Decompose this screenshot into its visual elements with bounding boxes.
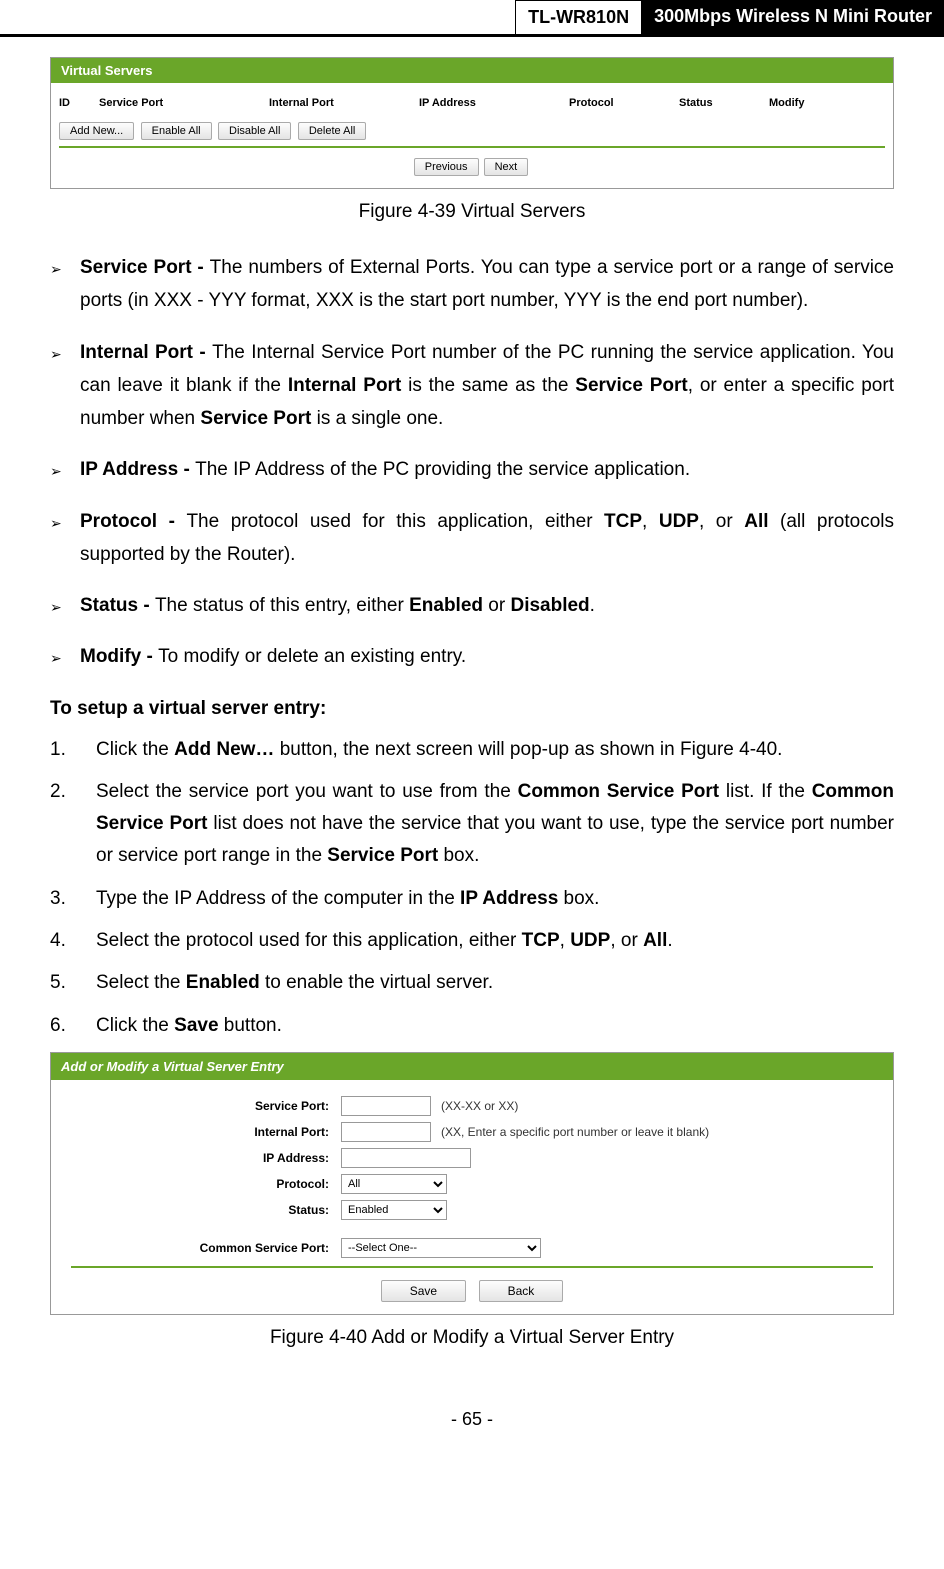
internal-port-input[interactable] xyxy=(341,1122,431,1142)
status-select[interactable]: Enabled xyxy=(341,1200,447,1220)
setup-heading: To setup a virtual server entry: xyxy=(50,698,894,720)
save-button[interactable]: Save xyxy=(381,1280,466,1302)
ip-address-label: IP Address: xyxy=(71,1151,341,1165)
enable-all-button[interactable]: Enable All xyxy=(141,122,212,140)
list-item: 6.Click the Save button. xyxy=(50,1010,894,1042)
list-item: 3.Type the IP Address of the computer in… xyxy=(50,883,894,915)
page-header: TL-WR810N 300Mbps Wireless N Mini Router xyxy=(0,0,944,37)
page-number: - 65 - xyxy=(0,1409,944,1450)
table-header-row: ID Service Port Internal Port IP Address… xyxy=(59,91,885,115)
common-service-port-label: Common Service Port: xyxy=(71,1241,341,1255)
list-item: 5.Select the Enabled to enable the virtu… xyxy=(50,967,894,999)
col-service-port: Service Port xyxy=(99,97,269,109)
delete-all-button[interactable]: Delete All xyxy=(298,122,366,140)
chevron-right-icon: ➢ xyxy=(50,453,80,486)
service-port-hint: (XX-XX or XX) xyxy=(441,1099,518,1113)
internal-port-label: Internal Port: xyxy=(71,1125,341,1139)
common-service-port-select[interactable]: --Select One-- xyxy=(341,1238,541,1258)
figure-caption-1: Figure 4-39 Virtual Servers xyxy=(50,201,894,223)
internal-port-hint: (XX, Enter a specific port number or lea… xyxy=(441,1125,709,1139)
panel-title: Add or Modify a Virtual Server Entry xyxy=(51,1053,893,1080)
divider xyxy=(71,1266,873,1268)
list-item: 2.Select the service port you want to us… xyxy=(50,776,894,873)
chevron-right-icon: ➢ xyxy=(50,640,80,673)
list-item: ➢ Protocol - The protocol used for this … xyxy=(50,505,894,572)
model-label: TL-WR810N xyxy=(515,0,642,34)
status-label: Status: xyxy=(71,1203,341,1217)
list-item: 1.Click the Add New… button, the next sc… xyxy=(50,734,894,766)
list-item: ➢ Status - The status of this entry, eit… xyxy=(50,589,894,622)
protocol-label: Protocol: xyxy=(71,1177,341,1191)
list-item: ➢ Internal Port - The Internal Service P… xyxy=(50,336,894,436)
col-modify: Modify xyxy=(769,97,829,109)
list-item: ➢ IP Address - The IP Address of the PC … xyxy=(50,453,894,486)
steps-list: 1.Click the Add New… button, the next sc… xyxy=(50,734,894,1042)
list-item: ➢ Service Port - The numbers of External… xyxy=(50,251,894,318)
next-button[interactable]: Next xyxy=(484,158,529,176)
col-protocol: Protocol xyxy=(569,97,679,109)
add-new-button[interactable]: Add New... xyxy=(59,122,134,140)
chevron-right-icon: ➢ xyxy=(50,336,80,436)
chevron-right-icon: ➢ xyxy=(50,505,80,572)
col-id: ID xyxy=(59,97,99,109)
col-ip-address: IP Address xyxy=(419,97,569,109)
back-button[interactable]: Back xyxy=(479,1280,564,1302)
figure-caption-2: Figure 4-40 Add or Modify a Virtual Serv… xyxy=(50,1327,894,1349)
ip-address-input[interactable] xyxy=(341,1148,471,1168)
service-port-input[interactable] xyxy=(341,1096,431,1116)
chevron-right-icon: ➢ xyxy=(50,589,80,622)
panel-title: Virtual Servers xyxy=(51,58,893,83)
col-internal-port: Internal Port xyxy=(269,97,419,109)
list-item: 4.Select the protocol used for this appl… xyxy=(50,925,894,957)
definitions-list: ➢ Service Port - The numbers of External… xyxy=(50,251,894,674)
previous-button[interactable]: Previous xyxy=(414,158,479,176)
divider xyxy=(59,146,885,148)
service-port-label: Service Port: xyxy=(71,1099,341,1113)
col-status: Status xyxy=(679,97,769,109)
model-desc: 300Mbps Wireless N Mini Router xyxy=(642,0,944,34)
chevron-right-icon: ➢ xyxy=(50,251,80,318)
virtual-servers-screenshot: Virtual Servers ID Service Port Internal… xyxy=(50,57,894,189)
protocol-select[interactable]: All xyxy=(341,1174,447,1194)
add-modify-screenshot: Add or Modify a Virtual Server Entry Ser… xyxy=(50,1052,894,1315)
disable-all-button[interactable]: Disable All xyxy=(218,122,291,140)
list-item: ➢ Modify - To modify or delete an existi… xyxy=(50,640,894,673)
